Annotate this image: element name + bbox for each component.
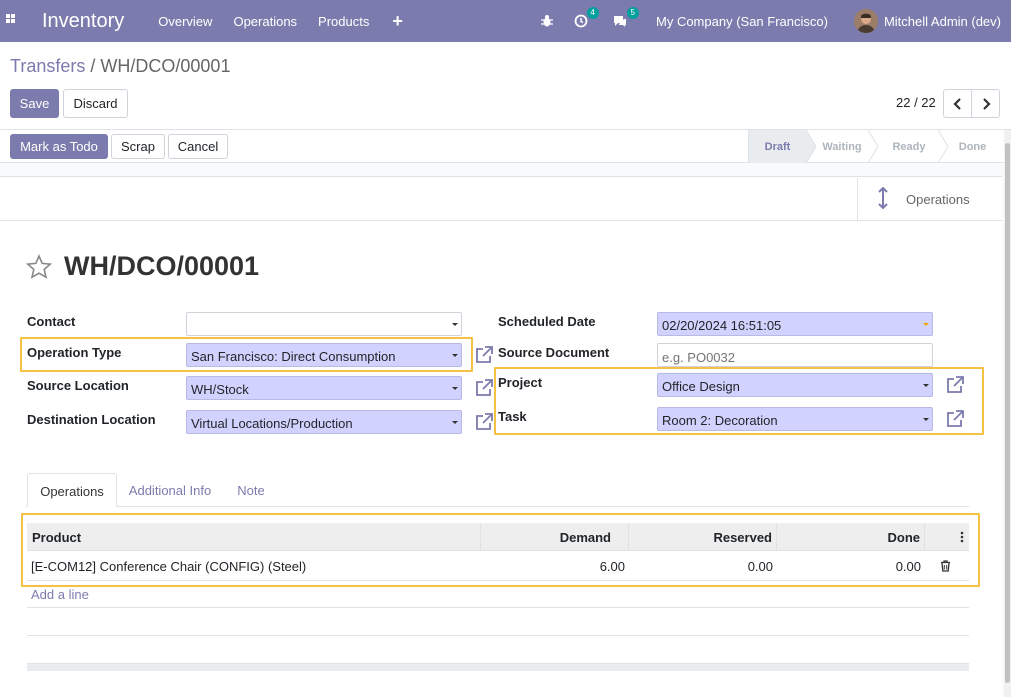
table-row[interactable]: [E-COM12] Conference Chair (CONFIG) (Ste… [27,551,969,581]
scrollbar-thumb[interactable] [1005,143,1010,683]
save-button[interactable]: Save [10,89,59,118]
top-navbar: Inventory Overview Operations Products +… [0,0,1011,42]
pager-next-button[interactable] [971,89,1000,118]
app-name[interactable]: Inventory [42,10,124,33]
caret-down-icon [452,421,458,424]
cell-product[interactable]: [E-COM12] Conference Chair (CONFIG) (Ste… [31,559,306,574]
column-reserved[interactable]: Reserved [629,523,777,551]
external-link-icon[interactable] [945,409,965,429]
operation-type-field[interactable]: San Francisco: Direct Consumption [186,343,462,367]
tab-additional-info[interactable]: Additional Info [122,473,218,507]
external-link-icon[interactable] [474,412,494,432]
external-link-icon[interactable] [474,378,494,398]
stage-draft: Draft [748,130,806,163]
statusbar: Mark as Todo Scrap Cancel Draft Waiting … [0,130,1005,163]
arrows-vertical-icon [878,186,888,212]
project-label: Project [498,375,543,390]
chevron-right-icon [982,97,991,110]
notebook-tabs: Operations Additional Info Note [26,473,969,507]
apps-menu-icon[interactable] [2,10,24,32]
menu-operations[interactable]: Operations [233,14,297,29]
smart-button-label: Operations [906,191,970,207]
caret-down-icon [923,323,929,326]
pager-value[interactable]: 22 / 22 [896,95,936,110]
destination-location-field[interactable]: Virtual Locations/Production [186,410,462,434]
breadcrumb-transfers[interactable]: Transfers [10,56,85,76]
pager-previous-button[interactable] [943,89,972,118]
company-switcher[interactable]: My Company (San Francisco) [656,14,828,29]
external-link-icon[interactable] [945,375,965,395]
contact-field[interactable] [186,312,462,336]
caret-down-icon [452,323,458,326]
destination-location-label: Destination Location [27,412,156,427]
tab-operations[interactable]: Operations [27,473,117,507]
chevron-left-icon [952,97,961,110]
cell-done[interactable]: 0.00 [777,559,921,574]
optional-columns-toggle[interactable] [925,523,969,551]
vertical-ellipsis-icon [960,531,964,543]
menu-overview[interactable]: Overview [158,14,212,29]
breadcrumb-current: WH/DCO/00001 [100,56,231,76]
debug-bug-icon[interactable] [540,14,554,28]
messages-chat-icon[interactable]: 5 [612,7,639,28]
stage-arrow-separator [868,130,878,163]
source-location-label: Source Location [27,378,129,393]
caret-down-icon [923,384,929,387]
trash-icon[interactable] [940,560,951,572]
caret-down-icon [452,354,458,357]
activity-clock-icon[interactable]: 4 [574,7,599,28]
external-link-icon[interactable] [474,345,494,365]
source-document-label: Source Document [498,345,610,360]
stage-arrow-separator [806,130,816,163]
column-demand[interactable]: Demand [481,523,629,551]
table-footer [27,663,969,671]
empty-table-row [27,635,969,663]
contact-label: Contact [27,314,76,329]
control-panel: Transfers / WH/DCO/00001 Save Discard 22… [0,42,1011,130]
stage-waiting[interactable]: Waiting [816,130,868,163]
operations-smart-button[interactable]: Operations [857,178,1001,220]
scrap-button[interactable]: Scrap [111,134,165,159]
mark-as-todo-button[interactable]: Mark as Todo [10,134,108,159]
user-avatar[interactable] [853,9,878,33]
breadcrumb: Transfers / WH/DCO/00001 [10,56,230,77]
tab-note[interactable]: Note [230,473,272,507]
caret-down-icon [923,418,929,421]
table-header: Product Demand Reserved Done [27,523,969,551]
source-location-field[interactable]: WH/Stock [186,376,462,400]
cancel-button[interactable]: Cancel [168,134,228,159]
discard-button[interactable]: Discard [63,89,128,118]
scheduled-date-field[interactable]: 02/20/2024 16:51:05 [657,312,933,336]
message-count-badge: 5 [626,7,639,19]
caret-down-icon [452,387,458,390]
add-line-link[interactable]: Add a line [31,587,89,602]
cell-demand[interactable]: 6.00 [481,559,625,574]
plus-icon[interactable]: + [392,11,403,32]
divider [0,220,1002,221]
stage-ready[interactable]: Ready [880,130,938,163]
vertical-scrollbar[interactable] [1004,130,1011,697]
source-document-input[interactable] [657,343,933,367]
stage-arrow-separator [938,130,948,163]
cell-reserved: 0.00 [747,559,773,574]
scheduled-date-label: Scheduled Date [498,314,596,329]
activity-count-badge: 4 [586,7,599,19]
user-menu[interactable]: Mitchell Admin (dev) [884,14,1001,29]
breadcrumb-separator: / [90,56,96,76]
column-done[interactable]: Done [777,523,925,551]
task-label: Task [498,409,527,424]
project-field[interactable]: Office Design [657,373,933,397]
favorite-star-icon[interactable] [26,253,52,280]
form-sheet: Operations WH/DCO/00001 Contact Operatio… [0,176,1002,697]
page-title: WH/DCO/00001 [64,251,260,281]
stage-done[interactable]: Done [950,130,995,163]
empty-table-row [27,607,969,635]
menu-products[interactable]: Products [318,14,369,29]
column-product[interactable]: Product [27,523,481,551]
operation-type-label: Operation Type [27,345,122,360]
task-field[interactable]: Room 2: Decoration [657,407,933,431]
record-title-row: WH/DCO/00001 [26,251,259,282]
